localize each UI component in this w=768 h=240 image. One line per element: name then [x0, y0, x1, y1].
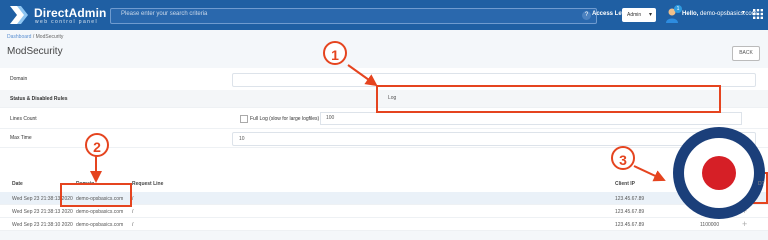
annotation-callout-2: 2 — [85, 133, 109, 157]
annotation-arrows — [90, 64, 666, 183]
annotation-callout-3: 3 — [611, 146, 635, 170]
target-roundel-icon — [673, 127, 765, 219]
annotation-callout-1: 1 — [323, 41, 347, 65]
partial-column-label: DT — [758, 181, 765, 187]
